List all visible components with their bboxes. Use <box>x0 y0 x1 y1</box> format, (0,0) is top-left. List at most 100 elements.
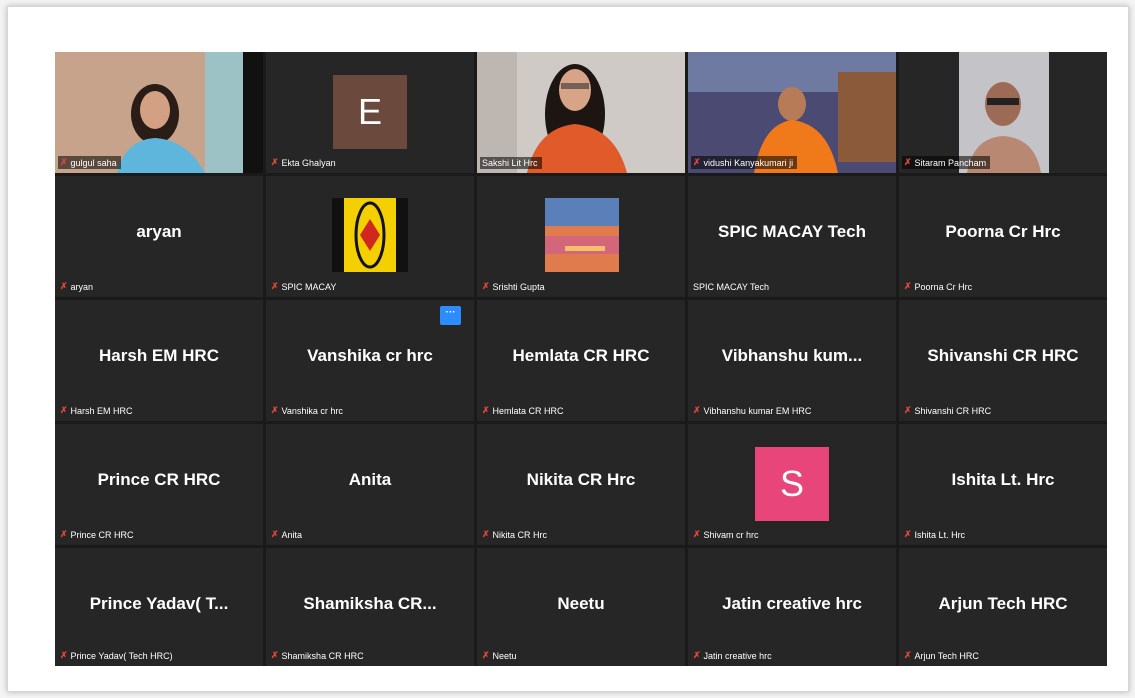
mic-muted-icon: ✗ <box>904 157 912 167</box>
participant-display-name: Hemlata CR HRC <box>512 346 650 365</box>
participant-tile[interactable]: ✗ vidushi Kanyakumari ji <box>688 52 896 173</box>
participant-display-name: Vanshika cr hrc <box>307 346 433 365</box>
participant-display-name: Anita <box>348 470 392 489</box>
participant-name-label: ✗ vidushi Kanyakumari ji <box>691 156 798 169</box>
participant-tile[interactable]: Prince Yadav( T... ✗ Prince Yadav( Tech … <box>55 548 263 666</box>
mic-muted-icon: ✗ <box>60 650 68 660</box>
participant-display-name: Jatin creative hrc <box>722 594 862 613</box>
active-speaker-tile[interactable]: Sakshi Lit Hrc <box>477 52 685 173</box>
participant-tile[interactable]: Shivanshi CR HRC ✗ Shivanshi CR HRC <box>899 300 1107 421</box>
mic-muted-icon: ✗ <box>482 529 490 539</box>
mic-muted-icon: ✗ <box>482 650 490 660</box>
participant-tile[interactable]: Hemlata CR HRC ✗ Hemlata CR HRC <box>477 300 685 421</box>
mic-muted-icon: ✗ <box>271 281 279 291</box>
participant-tile[interactable]: Shamiksha CR... ✗ Shamiksha CR HRC <box>266 548 474 666</box>
participant-name-label: ✗ Prince CR HRC <box>60 529 134 540</box>
avatar: S <box>755 447 829 521</box>
participant-name-label: ✗ Vanshika cr hrc <box>271 405 343 416</box>
participant-name-label: ✗ Nikita CR Hrc <box>482 529 548 540</box>
participant-display-name: Harsh EM HRC <box>99 346 219 365</box>
participant-display-name: aryan <box>136 222 182 241</box>
participant-name-label: Sakshi Lit Hrc <box>480 157 542 169</box>
participant-tile[interactable]: ✗ Srishti Gupta <box>477 176 685 297</box>
participant-video <box>688 52 896 173</box>
participant-name-label: ✗ Hemlata CR HRC <box>482 405 564 416</box>
participant-tile[interactable]: Nikita CR Hrc ✗ Nikita CR Hrc <box>477 424 685 545</box>
participant-tile[interactable]: Arjun Tech HRC ✗ Arjun Tech HRC <box>899 548 1107 666</box>
participant-display-name: SPIC MACAY Tech <box>717 222 866 241</box>
participant-display-name: Vibhanshu kum... <box>721 346 863 365</box>
participant-display-name: Poorna Cr Hrc <box>945 222 1061 241</box>
participant-name-label: SPIC MACAY Tech <box>693 282 770 292</box>
mic-muted-icon: ✗ <box>904 529 912 539</box>
mic-muted-icon: ✗ <box>60 405 68 415</box>
participant-display-name: Shivanshi CR HRC <box>927 346 1079 365</box>
participant-display-name: Nikita CR Hrc <box>526 470 636 489</box>
participant-name-label: ✗ Shivanshi CR HRC <box>904 405 992 416</box>
participant-name-label: ✗ gulgul saha <box>58 156 121 169</box>
participant-tile[interactable]: Poorna Cr Hrc ✗ Poorna Cr Hrc <box>899 176 1107 297</box>
mic-muted-icon: ✗ <box>271 405 279 415</box>
participant-display-name: Neetu <box>557 594 605 613</box>
screenshot-frame: ✗ gulgul saha E ✗ Ekta Ghalyan Sakshi Li… <box>7 6 1129 692</box>
participant-name-label: ✗ Shivam cr hrc <box>693 529 759 540</box>
avatar: E <box>333 75 407 149</box>
participant-name-label: ✗ Jatin creative hrc <box>693 650 772 661</box>
gallery-grid: ✗ gulgul saha E ✗ Ekta Ghalyan Sakshi Li… <box>55 52 1107 666</box>
participant-name-label: ✗ Sitaram Pancham <box>902 156 991 169</box>
participant-tile[interactable]: Vibhanshu kum... ✗ Vibhanshu kumar EM HR… <box>688 300 896 421</box>
participant-display-name: Shamiksha CR... <box>303 594 437 613</box>
mic-muted-icon: ✗ <box>60 529 68 539</box>
more-options-button[interactable]: ··· <box>440 306 461 325</box>
participant-name-label: ✗ Shamiksha CR HRC <box>271 650 364 661</box>
participant-name-label: ✗ Anita <box>271 529 303 540</box>
mic-muted-icon: ✗ <box>60 281 68 291</box>
participant-tile[interactable]: Prince CR HRC ✗ Prince CR HRC <box>55 424 263 545</box>
participant-name-label: ✗ Vibhanshu kumar EM HRC <box>693 405 812 416</box>
participant-tile[interactable]: aryan ✗ aryan <box>55 176 263 297</box>
participant-name-label: ✗ Poorna Cr Hrc <box>904 281 973 292</box>
participant-name-label: ✗ Neetu <box>482 650 517 661</box>
participant-tile[interactable]: E ✗ Ekta Ghalyan <box>266 52 474 173</box>
participant-display-name: Prince Yadav( T... <box>89 594 229 613</box>
participant-name-label: ✗ Ekta Ghalyan <box>271 157 336 168</box>
participant-name-label: ✗ Ishita Lt. Hrc <box>904 529 966 540</box>
participant-display-name: Prince CR HRC <box>97 470 221 489</box>
profile-picture <box>545 198 619 272</box>
participant-name-label: ✗ SPIC MACAY <box>271 281 337 292</box>
mic-muted-icon: ✗ <box>904 281 912 291</box>
participant-display-name: Ishita Lt. Hrc <box>951 470 1055 489</box>
participant-tile[interactable]: Ishita Lt. Hrc ✗ Ishita Lt. Hrc <box>899 424 1107 545</box>
participant-tile[interactable]: Harsh EM HRC ✗ Harsh EM HRC <box>55 300 263 421</box>
participant-tile[interactable]: ✗ Sitaram Pancham <box>899 52 1107 173</box>
participant-tile[interactable]: ✗ gulgul saha <box>55 52 263 173</box>
participant-video <box>477 52 685 173</box>
participant-name-label: ✗ Harsh EM HRC <box>60 405 133 416</box>
spic-macay-logo <box>332 198 408 272</box>
participant-name-label: ✗ aryan <box>60 281 94 292</box>
mic-muted-icon: ✗ <box>904 650 912 660</box>
participant-name-label: ✗ Srishti Gupta <box>482 281 545 292</box>
mic-muted-icon: ✗ <box>271 157 279 167</box>
mic-muted-icon: ✗ <box>482 405 490 415</box>
participant-tile[interactable]: Jatin creative hrc ✗ Jatin creative hrc <box>688 548 896 666</box>
mic-muted-icon: ✗ <box>693 529 701 539</box>
mic-muted-icon: ✗ <box>693 157 701 167</box>
participant-tile[interactable]: Anita ✗ Anita <box>266 424 474 545</box>
mic-muted-icon: ✗ <box>693 650 701 660</box>
mic-muted-icon: ✗ <box>271 529 279 539</box>
participant-display-name: Arjun Tech HRC <box>938 594 1068 613</box>
mic-muted-icon: ✗ <box>482 281 490 291</box>
mic-muted-icon: ✗ <box>60 157 68 167</box>
mic-muted-icon: ✗ <box>904 405 912 415</box>
participant-name-label: ✗ Arjun Tech HRC <box>904 650 979 661</box>
participant-tile[interactable]: S ✗ Shivam cr hrc <box>688 424 896 545</box>
participant-video <box>55 52 263 173</box>
participant-tile[interactable]: ✗ SPIC MACAY <box>266 176 474 297</box>
mic-muted-icon: ✗ <box>271 650 279 660</box>
mic-muted-icon: ✗ <box>693 405 701 415</box>
participant-name-label: ✗ Prince Yadav( Tech HRC) <box>60 650 173 661</box>
participant-tile[interactable]: Neetu ✗ Neetu <box>477 548 685 666</box>
participant-video <box>899 52 1107 173</box>
participant-tile[interactable]: SPIC MACAY Tech SPIC MACAY Tech <box>688 176 896 297</box>
